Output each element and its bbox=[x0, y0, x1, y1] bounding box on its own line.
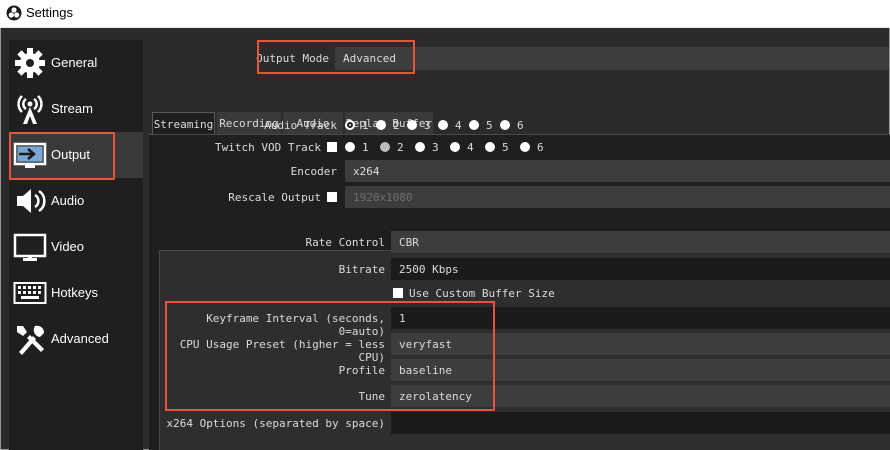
radio-label: 6 bbox=[537, 141, 544, 154]
bitrate-input[interactable]: 2500 Kbps bbox=[391, 258, 890, 280]
rescale-resolution-select[interactable]: 1920x1080 bbox=[345, 186, 890, 208]
tune-select[interactable]: zerolatency bbox=[391, 385, 890, 407]
sidebar-item-advanced[interactable]: Advanced bbox=[9, 316, 143, 362]
rescale-output-checkbox[interactable] bbox=[327, 192, 337, 202]
twitch-vod-radio-2[interactable] bbox=[380, 142, 390, 152]
custom-buffer-checkbox[interactable] bbox=[393, 288, 403, 298]
profile-value: baseline bbox=[399, 364, 452, 377]
sidebar-item-audio[interactable]: Audio bbox=[9, 178, 143, 224]
sidebar-item-label: Stream bbox=[51, 101, 93, 116]
encoder-value: x264 bbox=[353, 165, 380, 178]
sidebar-item-label: Audio bbox=[51, 193, 85, 208]
sidebar-item-stream[interactable]: Stream bbox=[9, 86, 143, 132]
twitch-vod-label: Twitch VOD Track bbox=[215, 141, 321, 154]
rate-control-label: Rate Control bbox=[305, 236, 385, 249]
tune-label: Tune bbox=[358, 390, 386, 403]
window-title: Settings bbox=[26, 5, 73, 20]
radio-label: 4 bbox=[467, 141, 474, 154]
sidebar-item-label: Hotkeys bbox=[51, 285, 98, 300]
radio-label: 6 bbox=[517, 119, 524, 132]
cpu-preset-label: CPU Usage Preset (higher = less CPU) bbox=[179, 338, 385, 364]
radio-label: 5 bbox=[502, 141, 509, 154]
twitch-vod-radio-4[interactable] bbox=[450, 142, 460, 152]
monitor-icon bbox=[13, 233, 47, 261]
keyframe-interval-value: 1 bbox=[399, 312, 406, 325]
radio-label: 2 bbox=[393, 119, 400, 132]
tab-label: Replay Buffer bbox=[345, 117, 433, 130]
sidebar-item-video[interactable]: Video bbox=[9, 224, 143, 270]
rate-control-select[interactable]: CBR bbox=[391, 231, 890, 253]
tune-value: zerolatency bbox=[399, 390, 472, 403]
cpu-preset-value: veryfast bbox=[399, 338, 452, 351]
sidebar-item-hotkeys[interactable]: Hotkeys bbox=[9, 270, 143, 316]
cpu-preset-select[interactable]: veryfast bbox=[391, 333, 890, 355]
custom-buffer-label: Use Custom Buffer Size bbox=[409, 287, 555, 300]
keyframe-interval-input[interactable]: 1 bbox=[391, 307, 890, 329]
audio-track-radio-2[interactable] bbox=[376, 120, 386, 130]
sidebar: General Stream Output Audio Video Hotkey… bbox=[9, 40, 143, 450]
radio-label: 5 bbox=[486, 119, 493, 132]
radio-label: 3 bbox=[424, 119, 431, 132]
title-bar: Settings bbox=[0, 0, 890, 28]
sidebar-item-label: Advanced bbox=[51, 331, 109, 346]
output-mode-select[interactable]: Advanced bbox=[335, 47, 889, 70]
broadcast-tower-icon bbox=[17, 95, 43, 124]
rate-control-value: CBR bbox=[399, 236, 419, 249]
radio-label: 3 bbox=[432, 141, 439, 154]
output-mode-value: Advanced bbox=[343, 52, 396, 65]
keyframe-interval-label: Keyframe Interval (seconds, 0=auto) bbox=[206, 312, 385, 338]
audio-track-radio-1[interactable] bbox=[345, 120, 355, 130]
bitrate-label: Bitrate bbox=[338, 263, 385, 276]
twitch-vod-checkbox[interactable] bbox=[327, 142, 337, 152]
tab-replay-buffer[interactable]: Replay Buffer bbox=[345, 112, 433, 134]
radio-label: 4 bbox=[455, 119, 462, 132]
radio-label: 1 bbox=[362, 141, 369, 154]
encoder-label: Encoder bbox=[290, 165, 337, 178]
audio-track-radio-5[interactable] bbox=[469, 120, 479, 130]
sidebar-item-output[interactable]: Output bbox=[9, 132, 143, 178]
gear-icon bbox=[15, 48, 45, 78]
sidebar-item-general[interactable]: General bbox=[9, 40, 143, 86]
sidebar-item-label: General bbox=[51, 55, 98, 70]
audio-track-radio-3[interactable] bbox=[407, 120, 417, 130]
twitch-vod-radio-1[interactable] bbox=[345, 142, 355, 152]
keyboard-icon bbox=[13, 282, 47, 304]
twitch-vod-radio-3[interactable] bbox=[415, 142, 425, 152]
output-mode-label: Output Mode bbox=[256, 52, 329, 65]
sidebar-item-label: Output bbox=[51, 147, 91, 162]
audio-track-label: Audio Track bbox=[264, 119, 337, 132]
audio-track-radio-6[interactable] bbox=[500, 120, 510, 130]
encoder-select[interactable]: x264 bbox=[345, 160, 890, 182]
x264-options-label: x264 Options (separated by space) bbox=[166, 417, 385, 430]
settings-window: General Stream Output Audio Video Hotkey… bbox=[0, 28, 890, 450]
speaker-icon bbox=[17, 189, 46, 213]
tools-icon bbox=[17, 325, 45, 355]
twitch-vod-radio-6[interactable] bbox=[520, 142, 530, 152]
radio-label: 2 bbox=[397, 141, 404, 154]
output-monitor-icon bbox=[13, 142, 47, 168]
profile-label: Profile bbox=[338, 364, 385, 377]
radio-label: 1 bbox=[362, 119, 369, 132]
x264-options-input[interactable] bbox=[391, 412, 890, 434]
bitrate-value: 2500 Kbps bbox=[399, 263, 459, 276]
profile-select[interactable]: baseline bbox=[391, 359, 890, 381]
obs-logo-icon bbox=[6, 5, 22, 21]
rescale-output-label: Rescale Output bbox=[228, 191, 321, 204]
twitch-vod-radio-5[interactable] bbox=[485, 142, 495, 152]
sidebar-item-label: Video bbox=[51, 239, 85, 254]
audio-track-radio-4[interactable] bbox=[438, 120, 448, 130]
rescale-value: 1920x1080 bbox=[353, 191, 413, 204]
